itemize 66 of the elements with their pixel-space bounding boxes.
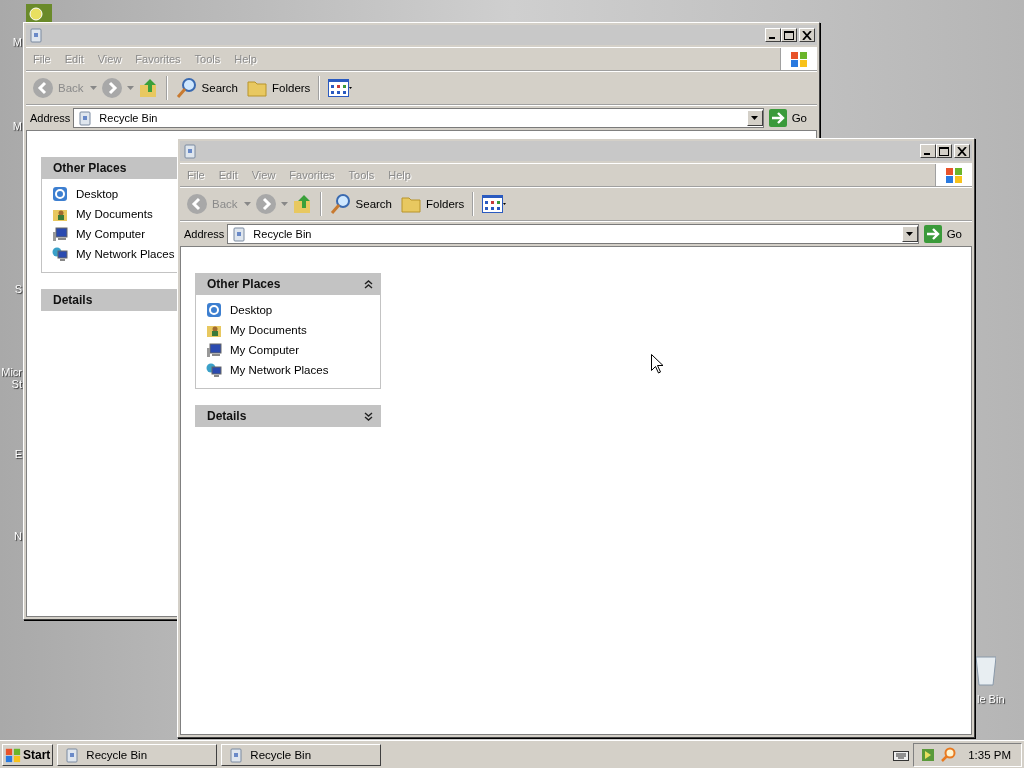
mouse-cursor-icon: [651, 354, 663, 374]
desktop-app-icon[interactable]: [26, 4, 52, 24]
panel-header[interactable]: Other Places: [41, 157, 179, 179]
place-link[interactable]: My Network Places: [230, 364, 329, 376]
panel-header[interactable]: Details: [195, 405, 381, 427]
search-button[interactable]: Search: [173, 75, 240, 101]
panel-header[interactable]: Details: [41, 289, 179, 311]
minimize-icon: [768, 37, 775, 39]
go-button[interactable]: Go: [921, 225, 968, 243]
address-label: Address: [30, 112, 71, 124]
folders-button[interactable]: Folders: [244, 75, 313, 101]
expand-chevron-icon[interactable]: [364, 411, 373, 421]
panel-header[interactable]: Other Places: [195, 273, 381, 295]
panel-title: Details: [53, 293, 93, 307]
window-icon: [28, 27, 44, 43]
minimize-button[interactable]: [765, 28, 781, 42]
search-icon: [329, 193, 352, 215]
desktop-icon: [52, 186, 68, 202]
close-icon: [802, 30, 812, 40]
network-icon: [206, 362, 222, 378]
computer-icon: [52, 226, 68, 242]
panel-title: Details: [207, 409, 247, 423]
network-icon: [52, 246, 68, 262]
search-tray-icon[interactable]: [940, 746, 957, 763]
maximize-button[interactable]: [781, 28, 797, 42]
go-button[interactable]: Go: [766, 109, 813, 127]
place-link[interactable]: My Documents: [76, 208, 153, 220]
views-button[interactable]: [326, 77, 355, 99]
folders-button[interactable]: Folders: [398, 191, 467, 217]
place-link[interactable]: My Computer: [230, 344, 300, 356]
address-label: Address: [184, 228, 225, 240]
recycle-bin-icon: [77, 110, 94, 126]
recycle-bin-icon: [228, 746, 245, 763]
computer-icon: [206, 342, 222, 358]
maximize-button[interactable]: [936, 144, 952, 158]
panel-title: Other Places: [207, 277, 281, 291]
close-button[interactable]: [799, 28, 815, 42]
windows-logo-icon: [790, 50, 808, 68]
desktop-icon: [206, 302, 222, 318]
close-button[interactable]: [954, 144, 970, 158]
collapse-chevron-icon[interactable]: [364, 279, 373, 289]
keyboard-icon[interactable]: [893, 748, 910, 761]
address-field[interactable]: Recycle Bin: [227, 224, 919, 244]
address-field[interactable]: Recycle Bin: [73, 108, 764, 128]
minimize-button[interactable]: [920, 144, 936, 158]
minimize-icon: [923, 153, 930, 155]
place-link[interactable]: My Network Places: [76, 248, 175, 260]
recycle-bin-icon: [231, 226, 248, 242]
taskbar-button[interactable]: Recycle Bin: [221, 743, 382, 766]
place-link[interactable]: Desktop: [230, 304, 273, 316]
taskbar-button[interactable]: Recycle Bin: [57, 743, 218, 766]
close-icon: [957, 146, 967, 156]
maximize-icon: [939, 146, 949, 156]
place-link[interactable]: My Documents: [230, 324, 307, 336]
window-icon: [182, 143, 198, 159]
windows-logo-icon: [5, 746, 21, 763]
search-icon: [175, 77, 198, 99]
start-button[interactable]: Start: [2, 743, 54, 766]
maximize-icon: [784, 30, 794, 40]
panel-title: Other Places: [53, 161, 127, 175]
views-button[interactable]: [480, 193, 509, 215]
search-button[interactable]: Search: [327, 191, 394, 217]
place-link[interactable]: My Computer: [76, 228, 146, 240]
recycle-bin-icon: [64, 746, 81, 763]
place-link[interactable]: Desktop: [76, 188, 119, 200]
windows-logo-icon: [945, 166, 963, 184]
